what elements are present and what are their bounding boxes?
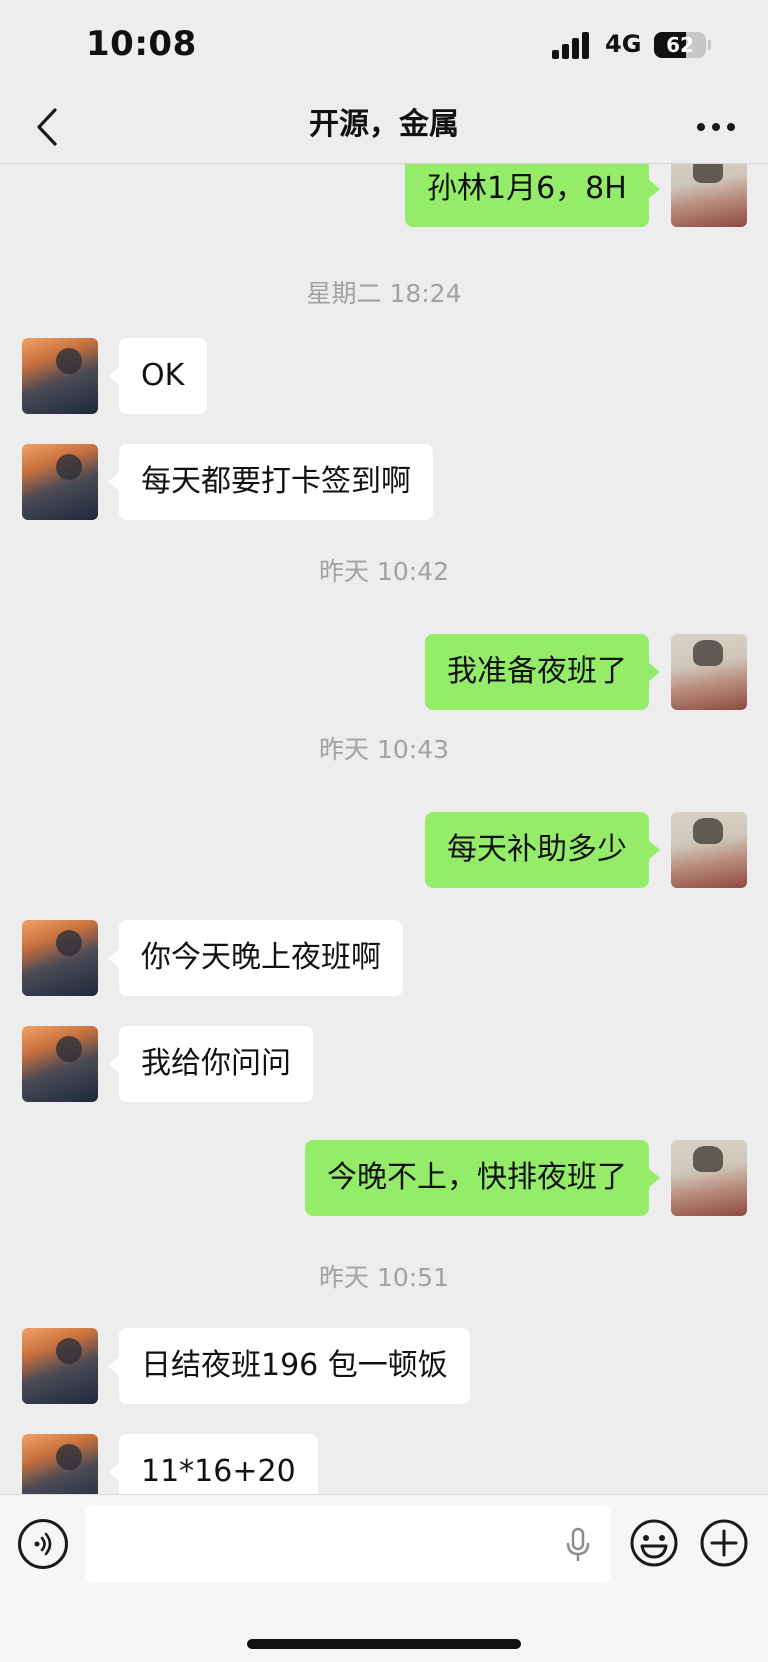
message-list[interactable]: 孙林1月6，8H 星期二 18:24 OK 每天都要打卡签到啊昨天 10:42 我准备夜… [0, 0, 768, 1494]
contact-avatar[interactable] [22, 1434, 98, 1494]
my-avatar[interactable] [671, 634, 747, 710]
contact-avatar[interactable] [22, 1026, 98, 1102]
input-bar [0, 1494, 768, 1662]
message-input[interactable] [86, 1505, 610, 1583]
message-bubble[interactable]: 11*16+20 [108, 1434, 318, 1494]
timestamp: 昨天 10:43 [319, 735, 449, 764]
network-type: 4G [605, 30, 642, 58]
battery-percent: 62 [666, 33, 694, 57]
timestamp: 星期二 18:24 [306, 279, 462, 308]
contact-avatar[interactable] [22, 920, 98, 996]
nav-bar: 开源，金属 [0, 92, 768, 164]
timestamp: 昨天 10:42 [319, 557, 449, 586]
more-button[interactable] [690, 104, 742, 150]
back-button[interactable] [22, 102, 72, 152]
received-message: 每天都要打卡签到啊 [0, 442, 768, 522]
contact-avatar[interactable] [22, 338, 98, 414]
chat-screen: 孙林1月6，8H 星期二 18:24 OK 每天都要打卡签到啊昨天 10:42 我准备夜… [0, 0, 768, 1662]
plus-button[interactable] [698, 1517, 750, 1569]
home-indicator[interactable] [247, 1639, 521, 1649]
message-bubble[interactable]: OK [108, 338, 207, 414]
message-bubble[interactable]: 我给你问问 [108, 1026, 313, 1102]
contact-avatar[interactable] [22, 1328, 98, 1404]
received-message: 我给你问问 [0, 1024, 768, 1104]
emoji-button[interactable] [628, 1517, 680, 1569]
battery-cap [708, 40, 711, 50]
message-bubble[interactable]: 日结夜班196 包一顿饭 [108, 1328, 470, 1404]
status-time: 10:08 [86, 24, 197, 64]
sent-message: 孙林1月6，8H [0, 151, 768, 235]
ellipsis-icon [697, 123, 735, 131]
timestamp: 昨天 10:51 [319, 1263, 449, 1292]
received-message: 日结夜班196 包一顿饭 [0, 1326, 768, 1406]
chat-title: 开源，金属 [309, 107, 459, 142]
message-bubble[interactable]: 每天补助多少 [425, 812, 660, 888]
cellular-signal-icon [552, 31, 594, 59]
message-bubble[interactable]: 每天都要打卡签到啊 [108, 444, 433, 520]
chevron-left-icon [37, 108, 57, 146]
my-avatar[interactable] [671, 812, 747, 888]
mic-button[interactable] [560, 1525, 596, 1565]
message-bubble[interactable]: 今晚不上，快排夜班了 [305, 1140, 660, 1216]
message-bubble[interactable]: 我准备夜班了 [425, 634, 660, 710]
status-bar: 10:08 4G 62 [0, 0, 768, 92]
received-message: 11*16+20 [0, 1432, 768, 1494]
sent-message: 每天补助多少 [0, 810, 768, 890]
sent-message: 我准备夜班了 [0, 632, 768, 712]
emoji-icon [630, 1519, 678, 1567]
voice-icon [34, 1532, 52, 1556]
sent-message: 今晚不上，快排夜班了 [0, 1138, 768, 1218]
voice-button[interactable] [18, 1519, 68, 1569]
contact-avatar[interactable] [22, 444, 98, 520]
battery-icon: 62 [654, 32, 706, 58]
received-message: OK [0, 336, 768, 416]
plus-circle-icon [700, 1519, 748, 1567]
microphone-icon [566, 1527, 590, 1561]
received-message: 你今天晚上夜班啊 [0, 918, 768, 998]
message-bubble[interactable]: 你今天晚上夜班啊 [108, 920, 403, 996]
my-avatar[interactable] [671, 1140, 747, 1216]
